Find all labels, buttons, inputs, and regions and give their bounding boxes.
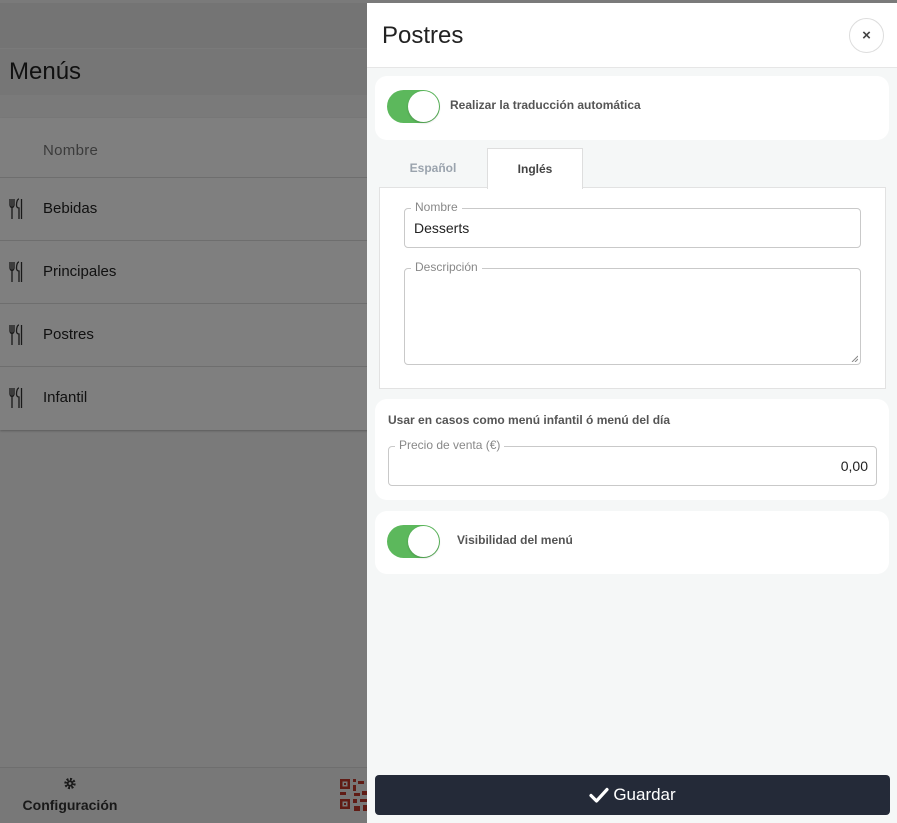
auto-translate-label: Realizar la traducción automática xyxy=(450,98,641,112)
price-field-value: 0,00 xyxy=(840,458,868,474)
tab-content: Nombre Desserts Descripción xyxy=(379,187,886,389)
visibility-card: Visibilidad del menú xyxy=(375,511,889,574)
tab-spanish[interactable]: Español xyxy=(379,148,487,188)
check-icon xyxy=(589,787,609,803)
price-card: Usar en casos como menú infantil ó menú … xyxy=(375,399,889,500)
name-field-legend: Nombre xyxy=(411,200,462,214)
panel-title: Postres xyxy=(382,22,464,49)
visibility-toggle[interactable] xyxy=(387,525,440,558)
language-tabs: Español Inglés xyxy=(379,148,886,189)
auto-translate-card: Realizar la traducción automática xyxy=(375,76,889,140)
price-field[interactable]: Precio de venta (€) 0,00 xyxy=(388,438,877,486)
price-field-legend: Precio de venta (€) xyxy=(395,438,505,452)
resize-handle-icon[interactable] xyxy=(851,355,858,362)
tab-english[interactable]: Inglés xyxy=(487,148,583,189)
price-section-heading: Usar en casos como menú infantil ó menú … xyxy=(388,413,671,427)
visibility-label: Visibilidad del menú xyxy=(457,533,573,547)
description-field-legend: Descripción xyxy=(411,260,482,274)
description-field[interactable]: Descripción xyxy=(404,260,861,365)
name-field[interactable]: Nombre Desserts xyxy=(404,200,861,248)
panel-header: Postres × xyxy=(367,3,897,68)
save-button[interactable]: Guardar xyxy=(375,775,890,815)
close-button[interactable]: × xyxy=(849,18,884,53)
edit-menu-panel: Postres × Realizar la traducción automát… xyxy=(367,3,897,823)
name-field-value: Desserts xyxy=(414,220,470,236)
auto-translate-toggle[interactable] xyxy=(387,90,440,123)
save-button-label: Guardar xyxy=(613,785,676,804)
